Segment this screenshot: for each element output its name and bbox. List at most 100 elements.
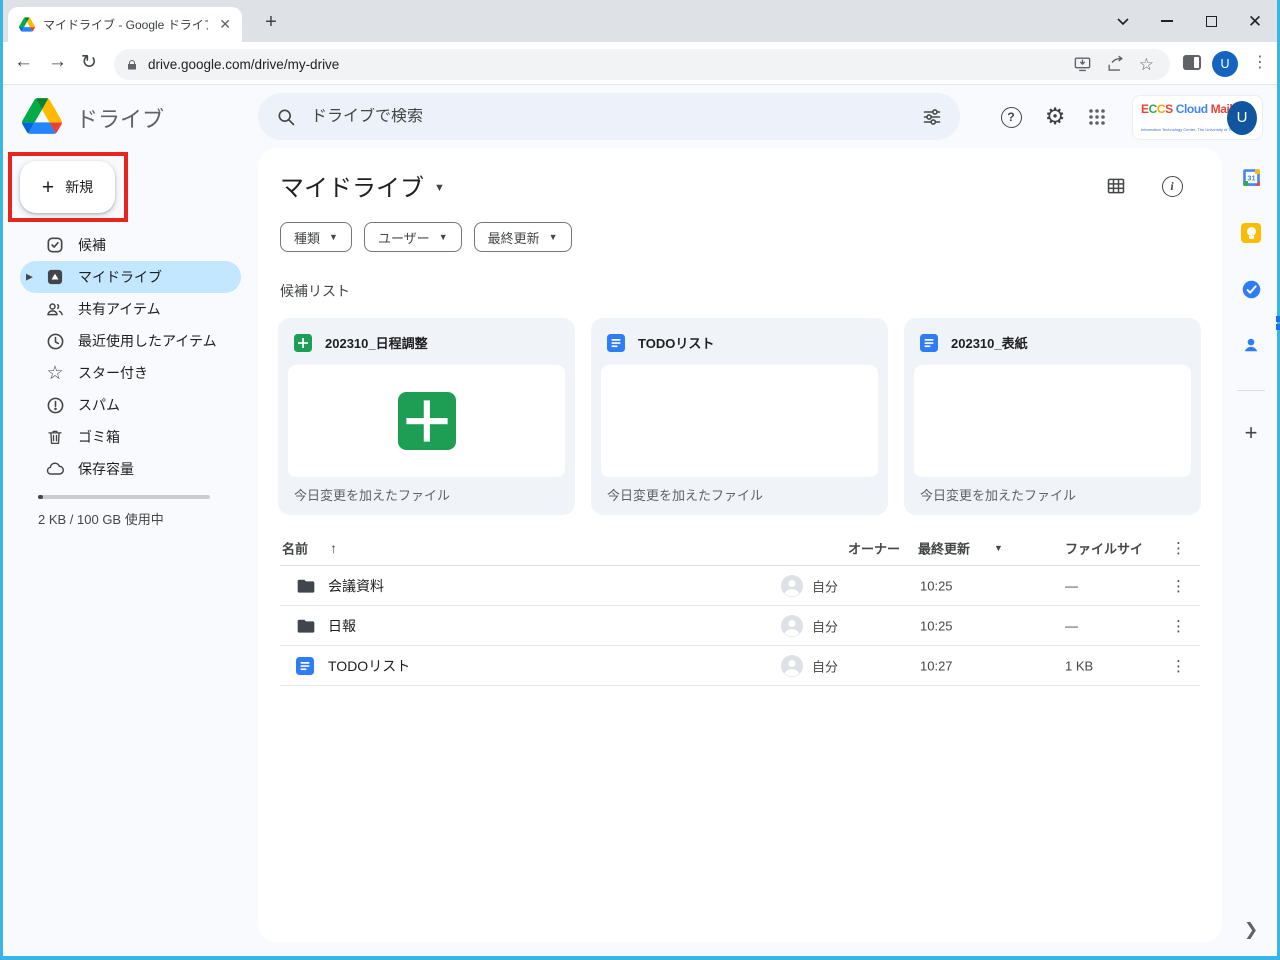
edge-scroll-marker: [1276, 316, 1280, 332]
column-modified[interactable]: 最終更新: [918, 538, 970, 557]
row-menu-icon[interactable]: ⋮: [1171, 577, 1186, 595]
card-reason: 今日変更を加えたファイル: [607, 485, 763, 504]
sidebar-item-recent[interactable]: 最近使用したアイテム: [20, 325, 241, 357]
page-title: マイドライブ: [280, 168, 424, 203]
owner-label: 自分: [812, 616, 838, 635]
file-name[interactable]: TODOリスト: [328, 656, 410, 676]
settings-gear-icon[interactable]: ⚙: [1037, 99, 1073, 135]
account-badge[interactable]: ECCS Cloud Mail Information Technology C…: [1132, 95, 1263, 140]
install-icon[interactable]: [1073, 55, 1092, 74]
title-dropdown-icon[interactable]: ▼: [434, 178, 445, 194]
sidebar-item-label: スター付き: [78, 363, 148, 383]
maximize-button[interactable]: [1189, 0, 1233, 42]
info-icon[interactable]: i: [1160, 174, 1184, 198]
owner-avatar: [780, 574, 804, 598]
grid-view-icon[interactable]: [1104, 174, 1128, 198]
tab-close-icon[interactable]: ✕: [216, 16, 234, 33]
browser-window: マイドライブ - Google ドライブ ✕ + ✕ ← → ↻ drive.g…: [0, 0, 1280, 960]
close-button[interactable]: ✕: [1233, 0, 1277, 42]
eccs-tagline: Information Technology Center, The Unive…: [1141, 127, 1239, 132]
row-menu-icon[interactable]: ⋮: [1171, 617, 1186, 635]
side-panel-icon[interactable]: [1183, 55, 1201, 70]
contacts-icon[interactable]: [1240, 334, 1262, 356]
file-table: 名前 ↑ オーナー 最終更新 ▼ ファイルサイ ⋮ 会議資料 自分 10:25 …: [280, 530, 1200, 686]
card-reason: 今日変更を加えたファイル: [294, 485, 450, 504]
storage-progress-bar: [38, 495, 210, 499]
sidebar-item-label: マイドライブ: [78, 267, 162, 287]
table-row[interactable]: 会議資料 自分 10:25 — ⋮: [280, 566, 1200, 606]
reload-icon[interactable]: ↻: [81, 51, 97, 74]
table-options-icon[interactable]: ⋮: [1171, 539, 1186, 557]
search-input[interactable]: [311, 108, 907, 126]
filter-type-chip[interactable]: 種類▼: [280, 222, 352, 252]
forward-icon[interactable]: →: [48, 51, 67, 73]
browser-menu-icon[interactable]: ⋮: [1252, 52, 1268, 72]
file-size: —: [1065, 578, 1078, 593]
drive-avatar[interactable]: U: [1227, 101, 1257, 135]
sidebar-item-suggested[interactable]: 候補: [20, 229, 241, 261]
table-row[interactable]: 日報 自分 10:25 — ⋮: [280, 606, 1200, 646]
drive-search-bar[interactable]: [258, 93, 960, 140]
browser-avatar[interactable]: U: [1212, 51, 1238, 77]
drive-logo-icon[interactable]: [22, 98, 62, 139]
svg-text:31: 31: [1247, 173, 1255, 182]
tab-search-icon[interactable]: [1101, 0, 1145, 42]
card-preview: [288, 365, 565, 477]
file-name[interactable]: 会議資料: [328, 576, 384, 596]
docs-file-icon: [607, 334, 625, 352]
column-name[interactable]: 名前: [282, 538, 308, 557]
drive-main-panel: マイドライブ ▼ i 種類▼ ユーザー▼ 最終更新▼ 候補リスト 202310_…: [258, 148, 1222, 942]
sidebar-item-spam[interactable]: スパム: [20, 389, 241, 421]
drive-favicon-icon: [19, 17, 35, 32]
suggested-card-cover[interactable]: 202310_表紙 今日変更を加えたファイル: [904, 318, 1201, 515]
tasks-icon[interactable]: [1240, 278, 1262, 300]
sidebar-item-label: 共有アイテム: [78, 299, 161, 319]
people-icon: [45, 299, 65, 319]
calendar-icon[interactable]: 31: [1240, 166, 1262, 188]
bookmark-star-icon[interactable]: ☆: [1139, 56, 1154, 73]
clock-icon: [45, 331, 65, 351]
filter-modified-chip[interactable]: 最終更新▼: [474, 222, 572, 252]
sidebar-item-starred[interactable]: ☆ スター付き: [20, 357, 241, 389]
docs-file-icon: [296, 657, 314, 675]
back-icon[interactable]: ←: [14, 51, 33, 73]
chevron-down-icon: ▼: [549, 232, 558, 242]
expand-arrow-icon[interactable]: ▶: [26, 272, 33, 283]
minimize-button[interactable]: [1145, 0, 1189, 42]
modified-time: 10:25: [920, 578, 953, 593]
sidebar-item-storage[interactable]: 保存容量: [20, 453, 241, 485]
search-options-icon[interactable]: [922, 107, 942, 127]
suggested-card-schedule[interactable]: 202310_日程調整 今日変更を加えたファイル: [278, 318, 575, 515]
sidebar-item-trash[interactable]: ゴミ箱: [20, 421, 241, 453]
share-icon[interactable]: [1106, 55, 1125, 74]
suggested-check-icon: [45, 235, 65, 255]
help-icon[interactable]: ?: [993, 99, 1029, 135]
new-tab-button[interactable]: +: [258, 9, 284, 35]
url-bar[interactable]: drive.google.com/drive/my-drive ☆: [114, 49, 1170, 80]
browser-tab[interactable]: マイドライブ - Google ドライブ ✕: [8, 7, 242, 42]
row-menu-icon[interactable]: ⋮: [1171, 657, 1186, 675]
filter-user-chip[interactable]: ユーザー▼: [364, 222, 462, 252]
sort-descending-icon[interactable]: ▼: [994, 543, 1003, 553]
table-row[interactable]: TODOリスト 自分 10:27 1 KB ⋮: [280, 646, 1200, 686]
apps-grid-icon[interactable]: [1079, 99, 1115, 135]
storage-used-segment: [38, 495, 43, 499]
suggested-section-label: 候補リスト: [280, 281, 350, 301]
drive-app-name: ドライブ: [76, 102, 164, 134]
add-apps-icon[interactable]: +: [1240, 420, 1262, 446]
owner-label: 自分: [812, 656, 838, 675]
column-size[interactable]: ファイルサイ: [1065, 538, 1143, 557]
sidebar-item-shared[interactable]: 共有アイテム: [20, 293, 241, 325]
sort-ascending-icon[interactable]: ↑: [330, 540, 337, 556]
sidebar-item-my-drive[interactable]: ▶ マイドライブ: [20, 261, 241, 293]
annotation-red-box: [8, 152, 128, 222]
modified-time: 10:25: [920, 618, 953, 633]
card-preview: [914, 365, 1191, 477]
chevron-down-icon: ▼: [329, 232, 338, 242]
card-reason: 今日変更を加えたファイル: [920, 485, 1076, 504]
suggested-card-todo[interactable]: TODOリスト 今日変更を加えたファイル: [591, 318, 888, 515]
column-owner[interactable]: オーナー: [848, 538, 900, 557]
keep-icon[interactable]: [1240, 222, 1262, 244]
show-side-panel-icon[interactable]: ❯: [1244, 920, 1258, 940]
file-name[interactable]: 日報: [328, 616, 356, 636]
